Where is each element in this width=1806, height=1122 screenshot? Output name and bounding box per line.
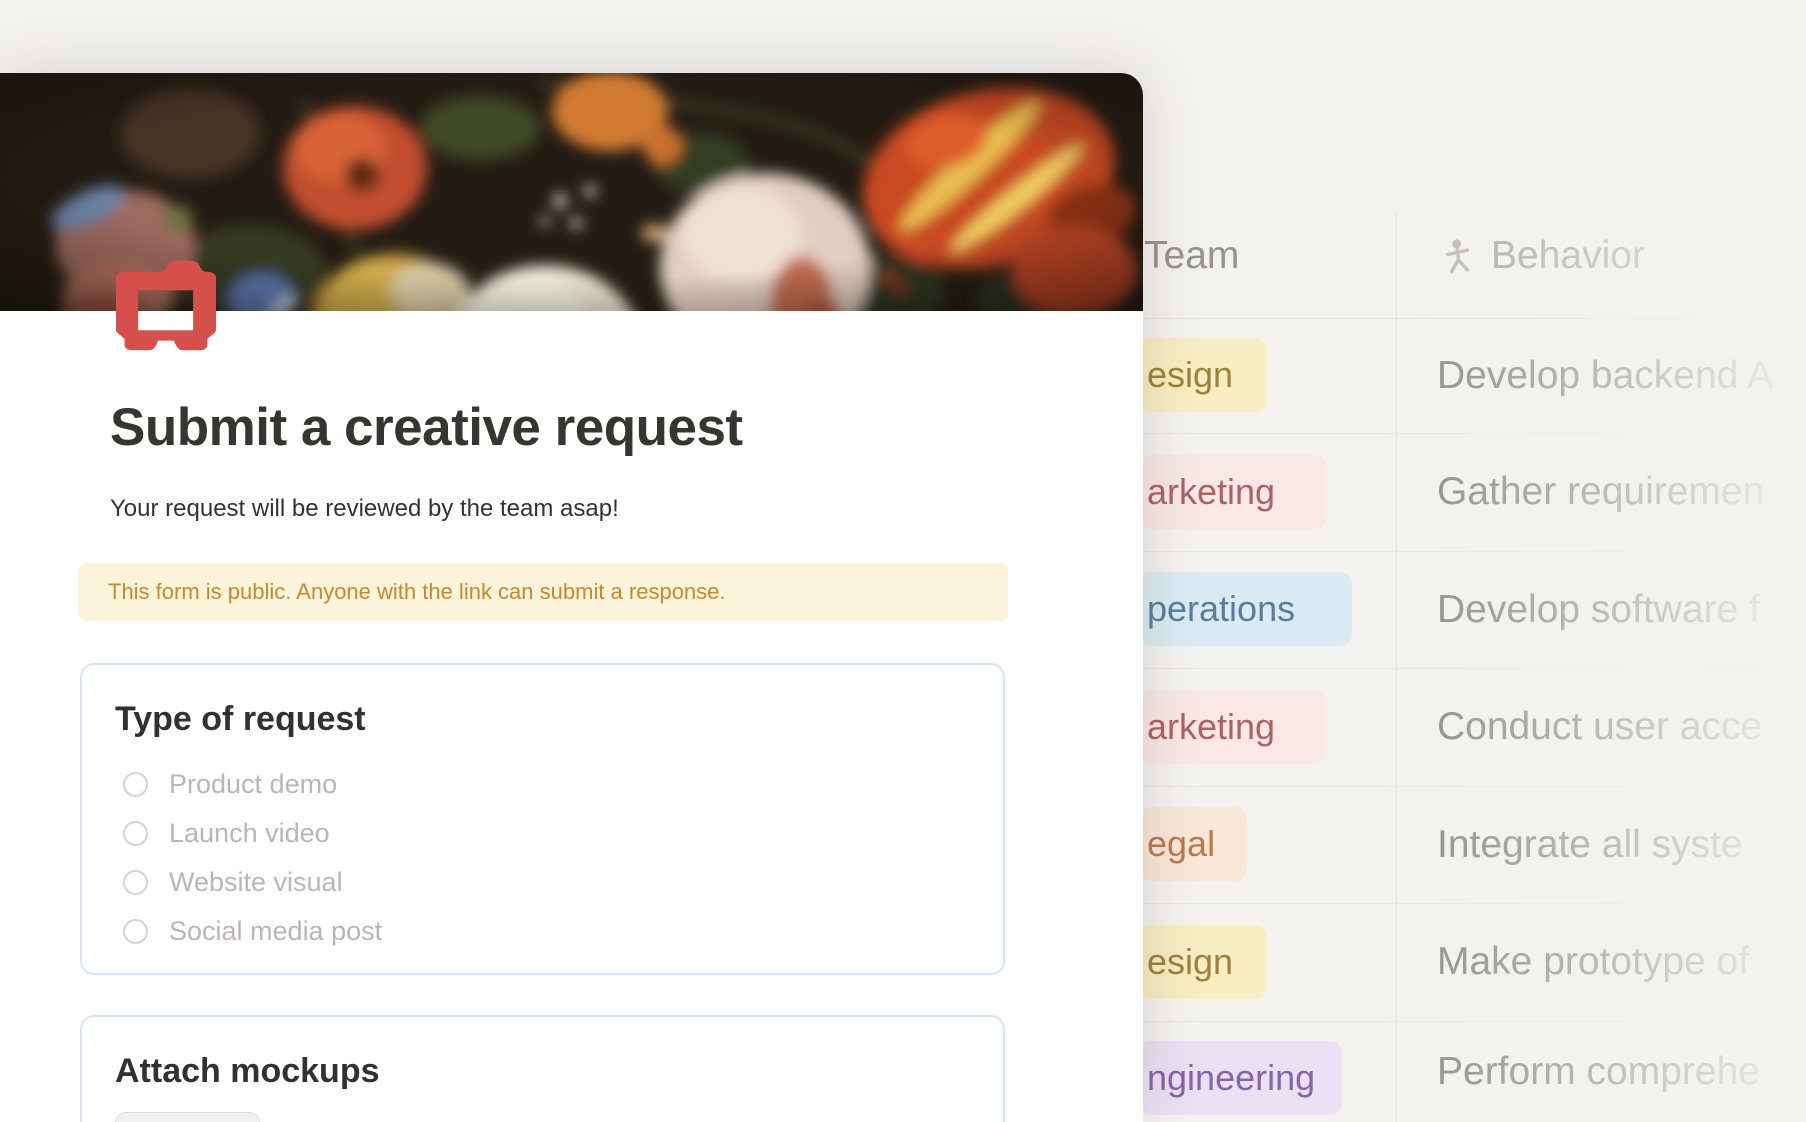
question-label: Attach mockups	[82, 1017, 1003, 1092]
column-header-team: Team	[1144, 234, 1239, 278]
radio-circle-icon[interactable]	[123, 772, 148, 797]
public-form-banner-text: This form is public. Anyone with the lin…	[78, 563, 1008, 621]
behavior-cell: Conduct user acce	[1437, 668, 1762, 786]
column-divider	[1396, 212, 1397, 1122]
team-tag: ngineering	[1143, 1041, 1342, 1115]
radio-group: Product demo Launch video Website visual…	[82, 760, 1003, 956]
behavior-cell: Develop backend A	[1437, 318, 1773, 433]
question-label: Type of request	[82, 665, 1003, 740]
column-header-behavior-label: Behavior	[1491, 234, 1645, 278]
team-tag: perations	[1143, 572, 1352, 646]
upload-button[interactable]	[115, 1112, 260, 1122]
behavior-cell: Integrate all syste	[1437, 786, 1743, 903]
form-title: Submit a creative request	[110, 398, 743, 459]
person-icon	[1445, 239, 1471, 273]
column-header-team-label: Team	[1144, 234, 1239, 277]
team-tag: esign	[1143, 338, 1267, 412]
column-header-behavior: Behavior	[1445, 234, 1645, 278]
question-attach-mockups: Attach mockups	[80, 1015, 1005, 1122]
radio-option-product-demo[interactable]: Product demo	[82, 760, 1003, 809]
form-card: Submit a creative request Your request w…	[0, 73, 1143, 1122]
behavior-cell: Perform comprehe	[1437, 1021, 1760, 1122]
radio-circle-icon[interactable]	[123, 870, 148, 895]
radio-option-social-media-post[interactable]: Social media post	[82, 907, 1003, 956]
picture-frame-icon	[116, 258, 216, 354]
team-tag: esign	[1143, 925, 1267, 999]
form-subtitle: Your request will be reviewed by the tea…	[110, 495, 619, 523]
team-tag: arketing	[1143, 690, 1327, 764]
radio-circle-icon[interactable]	[123, 821, 148, 846]
radio-option-launch-video[interactable]: Launch video	[82, 809, 1003, 858]
behavior-cell: Develop software f	[1437, 551, 1760, 668]
behavior-cell: Gather requiremen	[1437, 433, 1764, 551]
team-tag: arketing	[1143, 455, 1327, 529]
behavior-cell: Make prototype of	[1437, 903, 1749, 1021]
question-type-of-request: Type of request Product demo Launch vide…	[80, 663, 1005, 975]
radio-option-website-visual[interactable]: Website visual	[82, 858, 1003, 907]
page: Team Behavior esign Develop backend A	[0, 0, 1806, 1122]
team-tag: egal	[1143, 807, 1247, 881]
public-form-banner: This form is public. Anyone with the lin…	[78, 563, 1008, 621]
radio-circle-icon[interactable]	[123, 919, 148, 944]
